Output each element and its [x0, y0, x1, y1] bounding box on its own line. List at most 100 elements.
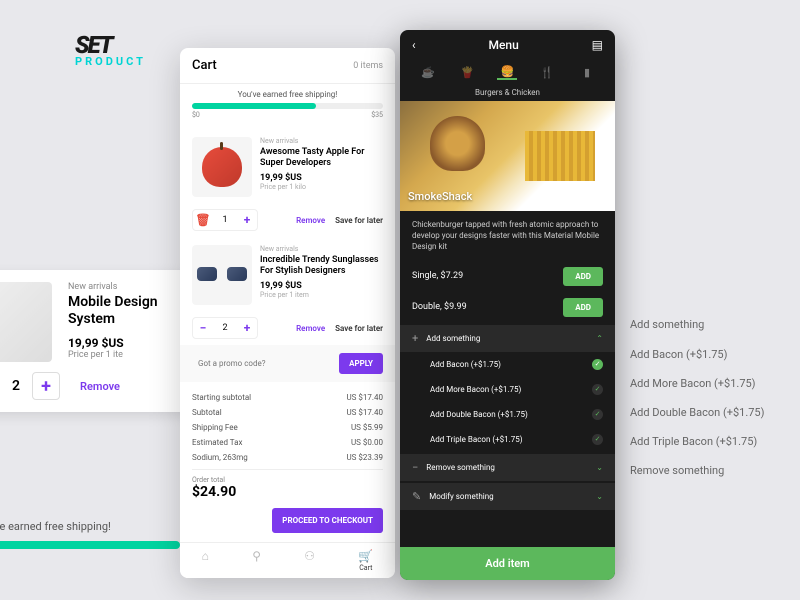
- menu-addon-row[interactable]: Add Double Bacon (+$1.75) ✓: [400, 402, 615, 427]
- menu-option-label: Double, $9.99: [412, 302, 467, 312]
- menu-addon-row[interactable]: Add More Bacon (+$1.75) ✓: [400, 377, 615, 402]
- checkout-button[interactable]: PROCEED TO CHECKOUT: [272, 508, 383, 533]
- cart-promo-row: APPLY: [180, 345, 395, 382]
- menu-section-label: Remove something: [426, 463, 495, 472]
- nav-cart[interactable]: 🛒Cart: [358, 549, 373, 572]
- check-icon[interactable]: ✓: [592, 384, 603, 395]
- minus-button[interactable]: −: [195, 320, 211, 336]
- tab-drinks[interactable]: ☕: [418, 64, 438, 80]
- add-button[interactable]: ADD: [563, 298, 603, 317]
- add-button[interactable]: ADD: [563, 267, 603, 286]
- cart-totals: Starting subtotalUS $17.40 SubtotalUS $1…: [180, 382, 395, 508]
- cart-title: Cart: [192, 58, 217, 73]
- order-total-value: $24.90: [192, 484, 236, 500]
- total-label: Shipping Fee: [192, 423, 238, 432]
- delete-icon[interactable]: 🗑: [195, 212, 211, 228]
- cart-item-tag: New arrivals: [260, 245, 383, 253]
- remove-link[interactable]: Remove: [296, 324, 325, 333]
- bg-ship-bar: [0, 541, 180, 549]
- chevron-down-icon: ⌄: [596, 463, 603, 472]
- promo-input[interactable]: [192, 353, 333, 374]
- bg-addon-item: Add Bacon (+$1.75): [630, 348, 727, 361]
- tab-meals[interactable]: 🍴: [537, 64, 557, 80]
- menu-category-tabs: ☕ 🍟 🍔 🍴 ▮: [400, 60, 615, 84]
- bg-addon-item: Add Triple Bacon (+$1.75): [630, 435, 757, 448]
- cart-qty-stepper[interactable]: − 2 +: [192, 317, 258, 339]
- bg-product-thumb: [0, 282, 52, 362]
- menu-section-add[interactable]: + Add something ⌃: [400, 325, 615, 352]
- save-later-link[interactable]: Save for later: [335, 324, 383, 333]
- bg-unit: Price per 1 ite: [68, 350, 188, 360]
- save-later-link[interactable]: Save for later: [335, 216, 383, 225]
- nav-search[interactable]: ⚲: [252, 549, 261, 572]
- menu-section-label: Add something: [426, 334, 480, 343]
- menu-option-row: Single, $7.29 ADD: [400, 261, 615, 292]
- user-icon: ⚇: [304, 549, 315, 563]
- tab-more[interactable]: ▮: [577, 64, 597, 80]
- clipboard-icon[interactable]: ▤: [592, 38, 603, 52]
- order-total-label: Order total: [192, 476, 236, 484]
- back-icon[interactable]: ‹: [412, 38, 416, 52]
- bg-product-card: New arrivals Mobile Design System 19,99 …: [0, 270, 200, 412]
- cart-qty-stepper[interactable]: 🗑 1 +: [192, 209, 258, 231]
- menu-panel: ‹ Menu ▤ ☕ 🍟 🍔 🍴 ▮ Burgers & Chicken Smo…: [400, 30, 615, 580]
- bg-addons-list: Add something⌃ Add Bacon (+$1.75)✓ Add M…: [630, 310, 800, 485]
- plus-button[interactable]: +: [239, 212, 255, 228]
- addon-label: Add More Bacon (+$1.75): [430, 385, 521, 394]
- cart-panel: Cart 0 items You've earned free shipping…: [180, 48, 395, 578]
- cart-count: 0 items: [353, 61, 383, 71]
- check-icon[interactable]: ✓: [592, 409, 603, 420]
- logo-line2: PRODUCT: [75, 57, 146, 67]
- cart-icon: 🛒: [358, 549, 373, 563]
- check-icon[interactable]: ✓: [592, 359, 603, 370]
- bg-price: 19,99 $US: [68, 336, 188, 350]
- menu-title: Menu: [488, 38, 518, 52]
- total-value: US $0.00: [351, 438, 383, 447]
- menu-section-remove[interactable]: −Remove something ⌄: [400, 454, 615, 481]
- tab-burgers[interactable]: 🍔: [497, 64, 517, 80]
- total-label: Sodium, 263mg: [192, 453, 248, 462]
- bg-qty-value: 2: [12, 378, 20, 394]
- nav-home[interactable]: ⌂: [202, 549, 209, 572]
- brand-logo: SET PRODUCT: [75, 35, 146, 66]
- cart-item-image: [192, 245, 252, 305]
- plus-icon: +: [412, 332, 418, 345]
- cart-item-name: Incredible Trendy Sunglasses For Stylish…: [260, 255, 383, 277]
- bg-remove-link[interactable]: Remove: [80, 380, 120, 393]
- cart-qty-value: 1: [217, 215, 233, 225]
- chevron-down-icon: ⌄: [596, 492, 603, 501]
- total-label: Estimated Tax: [192, 438, 242, 447]
- apply-button[interactable]: APPLY: [339, 353, 383, 374]
- nav-label: Cart: [359, 564, 372, 572]
- total-value: US $23.39: [346, 453, 383, 462]
- remove-link[interactable]: Remove: [296, 216, 325, 225]
- bg-addon-item: Add Double Bacon (+$1.75): [630, 406, 764, 419]
- tab-sides[interactable]: 🍟: [458, 64, 478, 80]
- cart-item-name: Awesome Tasty Apple For Super Developers: [260, 147, 383, 169]
- cart-ship-msg: You've earned free shipping!: [192, 90, 383, 99]
- menu-addon-row[interactable]: Add Bacon (+$1.75) ✓: [400, 352, 615, 377]
- cart-ship-max: $35: [371, 111, 383, 119]
- bg-title: Mobile Design System: [68, 294, 188, 328]
- pencil-icon: ✎: [412, 490, 421, 503]
- menu-addon-row[interactable]: Add Triple Bacon (+$1.75) ✓: [400, 427, 615, 452]
- nav-account[interactable]: ⚇: [304, 549, 315, 572]
- chevron-up-icon: ⌃: [596, 334, 603, 343]
- total-label: Starting subtotal: [192, 393, 251, 402]
- bg-addon-header: Add something: [630, 318, 704, 331]
- cart-item: New arrivals Awesome Tasty Apple For Sup…: [180, 129, 395, 205]
- cart-item-unit: Price per 1 kilo: [260, 183, 383, 191]
- menu-section-label: Modify something: [429, 492, 493, 501]
- menu-section-modify[interactable]: ✎ Modify something ⌄: [400, 483, 615, 510]
- menu-option-row: Double, $9.99 ADD: [400, 292, 615, 323]
- minus-icon: −: [412, 461, 418, 474]
- cart-bottom-nav: ⌂ ⚲ ⚇ 🛒Cart: [180, 542, 395, 578]
- total-value: US $17.40: [346, 408, 383, 417]
- plus-button[interactable]: +: [239, 320, 255, 336]
- bg-plus-button[interactable]: +: [32, 372, 60, 400]
- add-item-button[interactable]: Add item: [400, 547, 615, 580]
- addon-label: Add Double Bacon (+$1.75): [430, 410, 528, 419]
- cart-item: New arrivals Incredible Trendy Sunglasse…: [180, 237, 395, 313]
- logo-line1: SET: [75, 35, 146, 57]
- check-icon[interactable]: ✓: [592, 434, 603, 445]
